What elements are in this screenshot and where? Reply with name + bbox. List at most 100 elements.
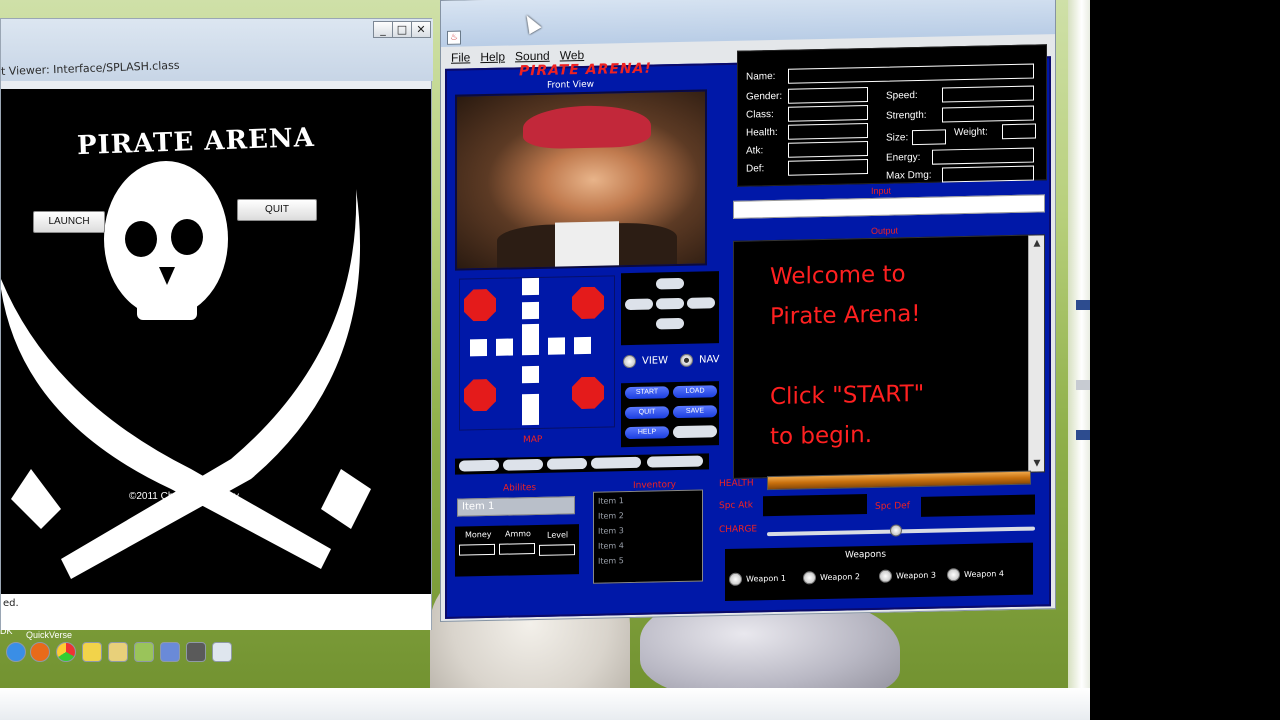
stat-health-label: Health: <box>746 126 778 139</box>
spc-def-field <box>921 494 1035 517</box>
nav-radio[interactable] <box>680 353 693 367</box>
command-tab[interactable] <box>547 457 587 470</box>
explorer-icon[interactable] <box>108 642 128 662</box>
brand-logo: PIRATE ARENA! <box>519 60 652 80</box>
minimize-button[interactable]: _ <box>373 21 393 38</box>
weapon-3-radio[interactable] <box>879 569 892 583</box>
weapon-1-option[interactable]: Weapon 1 <box>729 572 786 586</box>
spc-atk-field <box>763 494 867 517</box>
weapons-title: Weapons <box>845 549 887 561</box>
inventory-item[interactable]: Item 4 <box>598 541 624 551</box>
abilities-dropdown[interactable]: Item 1 <box>457 496 575 517</box>
inventory-list[interactable]: Item 1 Item 2 Item 3 Item 4 Item 5 <box>593 489 703 584</box>
weapon-1-radio[interactable] <box>729 572 742 586</box>
map-node[interactable] <box>496 338 513 356</box>
stat-def-label: Def: <box>746 163 765 175</box>
maximize-button[interactable]: □ <box>392 21 412 38</box>
command-input[interactable] <box>733 194 1045 219</box>
splash-credit: ©2011 Charles Germany <box>129 491 240 502</box>
level-field <box>539 544 575 556</box>
cube-icon[interactable] <box>160 642 180 662</box>
output-console: Welcome to Pirate Arena! Click "START" t… <box>733 234 1045 479</box>
map-node[interactable] <box>522 365 539 384</box>
weapon-2-radio[interactable] <box>803 571 816 585</box>
unlabeled-button[interactable] <box>673 425 717 439</box>
start-button[interactable]: START <box>625 386 669 400</box>
quit-game-button[interactable]: QUIT <box>625 406 669 420</box>
firefox-icon[interactable] <box>30 642 50 662</box>
view-radio[interactable] <box>623 354 636 369</box>
command-tab[interactable] <box>503 458 543 471</box>
scroll-up-arrow-icon[interactable]: ▲ <box>1031 237 1043 249</box>
splash-titlebar[interactable]: t Viewer: Interface/SPLASH.class _ □ ✕ <box>1 19 433 81</box>
size-field <box>912 129 946 146</box>
menu-file[interactable]: File <box>451 50 470 64</box>
quit-button[interactable]: QUIT <box>237 199 317 221</box>
java-icon: ♨ <box>447 30 461 45</box>
view-radio-label: VIEW <box>642 355 668 367</box>
scroll-down-arrow-icon[interactable]: ▼ <box>1031 457 1043 469</box>
map-corner-node[interactable] <box>572 377 604 410</box>
speed-field <box>942 85 1034 103</box>
map-corner-node[interactable] <box>464 379 496 412</box>
weapon-4-radio[interactable] <box>947 568 960 582</box>
strength-field <box>942 105 1034 123</box>
move-west-button[interactable] <box>625 298 653 311</box>
chrome-icon[interactable] <box>56 642 76 662</box>
map-node[interactable] <box>522 301 539 320</box>
move-east-button[interactable] <box>687 297 715 309</box>
folder-icon[interactable] <box>82 642 102 662</box>
map-corner-node[interactable] <box>464 289 496 322</box>
character-stats-panel: Name: Gender: Class: Health: Atk: Def: S… <box>737 44 1047 187</box>
weapon-4-option[interactable]: Weapon 4 <box>947 567 1004 582</box>
stat-strength-label: Strength: <box>886 109 927 122</box>
move-south-button[interactable] <box>656 317 684 330</box>
spc-def-label: Spc Def <box>875 501 910 512</box>
map-node[interactable] <box>522 407 539 426</box>
map-corner-node[interactable] <box>572 287 604 320</box>
weapon-3-option[interactable]: Weapon 3 <box>879 569 936 583</box>
app-icon[interactable] <box>134 642 154 662</box>
map-node[interactable] <box>470 339 487 357</box>
java-taskbar-icon[interactable] <box>212 642 232 662</box>
charge-slider-knob[interactable] <box>889 524 902 537</box>
help-button[interactable]: HELP <box>625 426 669 440</box>
output-scrollbar[interactable]: ▲ ▼ <box>1028 235 1044 472</box>
launch-button[interactable]: LAUNCH <box>33 211 105 233</box>
abilities-label: Abilites <box>503 482 537 494</box>
map-node[interactable] <box>548 337 565 355</box>
move-center-button[interactable] <box>656 297 684 310</box>
move-north-button[interactable] <box>656 277 684 290</box>
close-button[interactable]: ✕ <box>411 21 431 38</box>
level-label: Level <box>547 530 569 540</box>
charge-slider[interactable] <box>767 524 1035 537</box>
command-tab[interactable] <box>459 459 499 472</box>
menu-web[interactable]: Web <box>560 48 584 63</box>
command-tab[interactable] <box>591 456 641 469</box>
map-node[interactable] <box>522 337 539 356</box>
command-tab[interactable] <box>647 455 703 468</box>
map-node[interactable] <box>522 277 539 296</box>
ie-icon[interactable] <box>6 642 26 662</box>
screen-edge <box>1090 0 1280 720</box>
tool-icon[interactable] <box>186 642 206 662</box>
map-node[interactable] <box>574 336 591 355</box>
inventory-item[interactable]: Item 5 <box>598 556 624 566</box>
weapon-3-label: Weapon 3 <box>896 570 936 581</box>
weapon-2-option[interactable]: Weapon 2 <box>803 570 860 585</box>
menu-help[interactable]: Help <box>480 50 505 65</box>
splash-window-title: t Viewer: Interface/SPLASH.class <box>0 58 180 78</box>
stat-size-label: Size: <box>886 132 909 144</box>
inventory-item[interactable]: Item 3 <box>598 526 624 536</box>
desktop-label-quickverse[interactable]: QuickVerse <box>26 630 72 640</box>
inventory-item[interactable]: Item 1 <box>598 496 624 506</box>
view-mode-group: VIEW NAV <box>623 353 720 369</box>
inventory-item[interactable]: Item 2 <box>598 511 624 521</box>
splash-status-bar: ed. <box>1 594 431 630</box>
stat-name-label: Name: <box>746 70 776 83</box>
menu-sound[interactable]: Sound <box>515 49 550 64</box>
stat-class-label: Class: <box>746 109 774 121</box>
save-button[interactable]: SAVE <box>673 405 717 419</box>
load-button[interactable]: LOAD <box>673 385 717 399</box>
charge-label: CHARGE <box>719 524 758 536</box>
